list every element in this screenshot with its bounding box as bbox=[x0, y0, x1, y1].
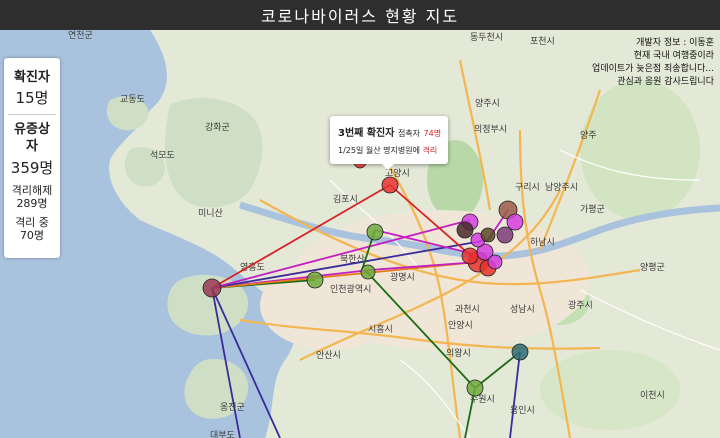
map-label: 과천시 bbox=[455, 304, 480, 315]
map-title-bar: 코로나바이러스 현황 지도 bbox=[0, 0, 720, 30]
info-line-2: 현재 국내 여행중이라 bbox=[633, 51, 714, 61]
map-label: 연천군 bbox=[68, 30, 93, 41]
map-label: 옹진군 bbox=[220, 402, 245, 413]
released-count: 289명 bbox=[16, 197, 48, 210]
case-marker[interactable] bbox=[487, 254, 503, 270]
tooltip-contacts-label: 접촉자 bbox=[397, 129, 421, 138]
case-marker[interactable] bbox=[381, 176, 399, 194]
confirmed-label: 확진자 bbox=[14, 70, 50, 85]
east-forest bbox=[580, 80, 700, 220]
tooltip-case-name: 3번째 확진자 bbox=[338, 128, 395, 139]
info-line-4: 관심과 응원 감사드립니다 bbox=[617, 77, 714, 87]
map-title: 코로나바이러스 현황 지도 bbox=[260, 7, 460, 26]
map-label: 이천시 bbox=[640, 390, 665, 401]
map-label: 구리시 bbox=[515, 182, 540, 193]
tooltip-contacts-count: 74명 bbox=[423, 129, 442, 138]
map-label: 안양시 bbox=[448, 320, 473, 331]
map-label: 대부도 bbox=[210, 430, 235, 438]
map-label: 의왕시 bbox=[446, 348, 471, 359]
ganghwa-island bbox=[165, 97, 263, 208]
map-label: 동두천시 bbox=[470, 32, 503, 43]
map-area[interactable]: 연천군 동두천시 포천시강화군양주시의정부시교동도석모도고양시남양주시김포시가평군하… bbox=[0, 30, 720, 438]
map-label: 광명시 bbox=[390, 271, 415, 283]
case-marker[interactable] bbox=[466, 379, 484, 397]
tooltip-body: 1/25일 월산 명지병원에 격리 bbox=[338, 145, 437, 156]
case-marker[interactable] bbox=[366, 223, 384, 241]
isolating-label: 격리 중 bbox=[15, 216, 49, 229]
map-label: 교동도 bbox=[120, 94, 145, 105]
case-marker[interactable] bbox=[480, 227, 496, 243]
case-marker[interactable] bbox=[202, 278, 222, 298]
map-label: 양주 bbox=[580, 130, 597, 141]
stats-panel: 확진자 15명 유증상 자 359명 격리해제 289명 격리 중 70명 bbox=[4, 58, 60, 258]
tooltip-status: 격리 bbox=[422, 146, 438, 155]
case-marker[interactable] bbox=[360, 264, 376, 280]
map-label: 양평군 bbox=[640, 262, 665, 273]
map-label: 광주시 bbox=[568, 299, 593, 311]
map-label: 시흥시 bbox=[368, 323, 393, 335]
suspected-label-1: 유증상 bbox=[14, 122, 50, 137]
confirmed-count: 15명 bbox=[15, 89, 49, 107]
info-line-3: 업데이트가 늦은점 죄송합니다... bbox=[592, 64, 714, 74]
case-marker[interactable] bbox=[511, 343, 529, 361]
map-label: 미니산 bbox=[198, 208, 223, 219]
case-marker[interactable] bbox=[306, 271, 324, 289]
map-label: 석모도 bbox=[150, 150, 175, 161]
map-label: 성남시 bbox=[510, 304, 535, 315]
incheon-urban bbox=[260, 260, 400, 350]
panel-divider bbox=[8, 114, 56, 115]
case-marker[interactable] bbox=[456, 221, 474, 239]
map-label: 김포시 bbox=[333, 193, 358, 205]
case-marker[interactable] bbox=[506, 213, 524, 231]
map-label: 강화군 bbox=[205, 122, 230, 133]
suspected-count: 359명 bbox=[10, 159, 54, 177]
tooltip-title: 3번째 확진자 접촉자 74명 bbox=[338, 124, 441, 139]
case-marker[interactable] bbox=[461, 247, 479, 265]
info-line-1: 개발자 정보 : 이동훈 bbox=[636, 38, 714, 48]
case-marker[interactable] bbox=[496, 226, 514, 244]
case-tooltip[interactable]: 3번째 확진자 접촉자 74명 1/25일 월산 명지병원에 격리 bbox=[330, 116, 448, 170]
map-label: 안산시 bbox=[316, 350, 341, 361]
map-label: 남양주시 bbox=[545, 182, 578, 193]
map-label: 인천광역시 bbox=[330, 283, 371, 295]
map-label: 의정부시 bbox=[474, 124, 507, 135]
map-label: 영흥도 bbox=[240, 261, 265, 273]
developer-info: 개발자 정보 : 이동훈 현재 국내 여행중이라 업데이트가 늦은점 죄송합니다… bbox=[544, 37, 714, 89]
isolating-count: 70명 bbox=[19, 229, 45, 242]
tooltip-date-text: 1/25일 월산 명지병원에 bbox=[338, 146, 420, 155]
released-label: 격리해제 bbox=[11, 184, 53, 197]
tooltip-pointer bbox=[382, 164, 394, 170]
map-label: 가평군 bbox=[580, 204, 605, 215]
suspected-label-2: 자 bbox=[26, 139, 38, 154]
map-label: 하남시 bbox=[530, 237, 555, 248]
map-label: 양주시 bbox=[475, 98, 500, 109]
